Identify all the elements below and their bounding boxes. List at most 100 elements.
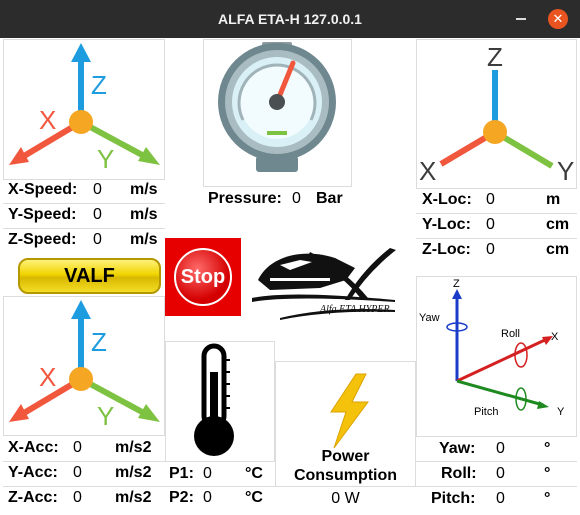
x-speed-row: X-Speed: 0 m/s bbox=[3, 178, 165, 202]
alfa-eta-hyper-logo: Alfa ETA HYPER bbox=[250, 240, 400, 325]
pressure-gauge-icon bbox=[218, 42, 336, 172]
roll-row: Roll: 0 ° bbox=[416, 462, 577, 486]
z-speed-row: Z-Speed: 0 m/s bbox=[3, 228, 165, 252]
loc-y-label: Y bbox=[557, 156, 574, 186]
p1-row: P1: 0 °C bbox=[165, 462, 275, 486]
z-speed-label: Z-Speed: bbox=[8, 231, 77, 248]
roll-rotation-arrow bbox=[514, 342, 528, 368]
power-label-line1: Power bbox=[321, 448, 370, 465]
y-speed-unit: m/s bbox=[130, 206, 158, 223]
z-loc-unit: cm bbox=[546, 241, 570, 258]
yaw-row: Yaw: 0 ° bbox=[416, 437, 577, 461]
x-acc-label: X-Acc: bbox=[8, 439, 59, 456]
y-speed-row: Y-Speed: 0 m/s bbox=[3, 203, 165, 227]
z-speed-value: 0 bbox=[93, 231, 102, 248]
speed-x-label: X bbox=[39, 105, 56, 135]
location-axes-icon: Z X Y bbox=[419, 42, 574, 186]
pitch-value-label: Pitch: bbox=[431, 490, 476, 507]
z-acc-row: Z-Acc: 0 m/s2 bbox=[3, 486, 165, 510]
y-loc-row: Y-Loc: 0 cm bbox=[416, 213, 577, 237]
pressure-unit: Bar bbox=[316, 190, 343, 207]
x-loc-label: X-Loc: bbox=[422, 191, 472, 208]
pressure-label: Pressure: bbox=[208, 190, 282, 207]
pressure-row: Pressure: 0 Bar bbox=[203, 187, 352, 211]
window-title: ALFA ETA-H 127.0.0.1 bbox=[218, 11, 362, 27]
thermometer-icon bbox=[194, 343, 234, 456]
x-acc-row: X-Acc: 0 m/s2 bbox=[3, 436, 165, 460]
p2-unit: °C bbox=[245, 489, 263, 506]
z-loc-value: 0 bbox=[486, 241, 495, 258]
y-loc-label: Y-Loc: bbox=[422, 216, 471, 233]
pressure-panel bbox=[203, 39, 352, 187]
x-acc-unit: m/s2 bbox=[115, 439, 152, 456]
speed-y-label: Y bbox=[97, 144, 114, 174]
title-bar: ALFA ETA-H 127.0.0.1 ✕ bbox=[0, 0, 580, 38]
x-loc-unit: m bbox=[546, 191, 561, 208]
z-acc-label: Z-Acc: bbox=[8, 489, 58, 506]
z-loc-label: Z-Loc: bbox=[422, 241, 471, 258]
p1-value: 0 bbox=[203, 465, 212, 482]
loc-x-label: X bbox=[419, 156, 436, 186]
yaw-label: Yaw bbox=[419, 312, 440, 324]
x-loc-value: 0 bbox=[486, 191, 495, 208]
y-acc-value: 0 bbox=[73, 464, 82, 481]
valf-button[interactable]: VALF bbox=[18, 258, 161, 294]
power-panel: Power Consumption bbox=[275, 361, 416, 487]
temperature-panel bbox=[165, 341, 275, 462]
y-acc-unit: m/s2 bbox=[115, 464, 152, 481]
stop-button[interactable]: Stop bbox=[165, 238, 241, 316]
p1-label: P1: bbox=[169, 465, 194, 482]
y-acc-label: Y-Acc: bbox=[8, 464, 58, 481]
pitch-label: Pitch bbox=[474, 406, 498, 418]
rot-z-label: Z bbox=[453, 278, 460, 290]
yaw-value: 0 bbox=[496, 440, 505, 457]
z-acc-unit: m/s2 bbox=[115, 489, 152, 506]
p2-label: P2: bbox=[169, 489, 194, 506]
power-value: 0 W bbox=[331, 490, 360, 507]
roll-unit: ° bbox=[544, 465, 551, 482]
close-button[interactable]: ✕ bbox=[548, 9, 568, 29]
lightning-icon bbox=[330, 373, 369, 449]
y-loc-value: 0 bbox=[486, 216, 495, 233]
loc-z-label: Z bbox=[487, 42, 503, 72]
stop-button-label: Stop bbox=[174, 248, 232, 306]
roll-value: 0 bbox=[496, 465, 505, 482]
pressure-value: 0 bbox=[292, 190, 301, 207]
x-speed-value: 0 bbox=[93, 181, 102, 198]
y-speed-value: 0 bbox=[93, 206, 102, 223]
roll-value-label: Roll: bbox=[441, 465, 477, 482]
x-acc-value: 0 bbox=[73, 439, 82, 456]
speed-axes-panel: Z X Y bbox=[3, 39, 165, 180]
yaw-value-label: Yaw: bbox=[439, 440, 476, 457]
rotation-diagram-panel: Z X Y Yaw Roll Pitch bbox=[416, 276, 577, 437]
x-speed-label: X-Speed: bbox=[8, 181, 78, 198]
roll-label: Roll bbox=[501, 328, 520, 340]
z-loc-row: Z-Loc: 0 cm bbox=[416, 238, 577, 262]
acc-z-label: Z bbox=[91, 327, 107, 357]
power-label-line2: Consumption bbox=[293, 467, 398, 484]
z-speed-unit: m/s bbox=[130, 231, 158, 248]
p2-row: P2: 0 °C bbox=[165, 486, 275, 510]
acc-x-label: X bbox=[39, 362, 56, 392]
pitch-unit: ° bbox=[544, 490, 551, 507]
rot-x-label: X bbox=[551, 331, 559, 343]
minimize-button[interactable] bbox=[516, 18, 526, 20]
pitch-value: 0 bbox=[496, 490, 505, 507]
pitch-row: Pitch: 0 ° bbox=[416, 487, 577, 511]
speed-z-label: Z bbox=[91, 70, 107, 100]
x-loc-row: X-Loc: 0 m bbox=[416, 188, 577, 212]
z-acc-value: 0 bbox=[73, 489, 82, 506]
rot-y-label: Y bbox=[557, 406, 565, 418]
location-axes-panel: Z X Y bbox=[416, 39, 577, 189]
y-loc-unit: cm bbox=[546, 216, 570, 233]
rotation-diagram: Z X Y Yaw Roll Pitch bbox=[419, 278, 565, 418]
y-speed-label: Y-Speed: bbox=[8, 206, 77, 223]
speed-axes-icon: Z X Y bbox=[9, 43, 160, 174]
logo-text: Alfa ETA HYPER bbox=[319, 304, 390, 315]
yaw-unit: ° bbox=[544, 440, 551, 457]
close-icon: ✕ bbox=[552, 11, 564, 26]
p2-value: 0 bbox=[203, 489, 212, 506]
p1-unit: °C bbox=[245, 465, 263, 482]
y-acc-row: Y-Acc: 0 m/s2 bbox=[3, 461, 165, 485]
x-speed-unit: m/s bbox=[130, 181, 158, 198]
